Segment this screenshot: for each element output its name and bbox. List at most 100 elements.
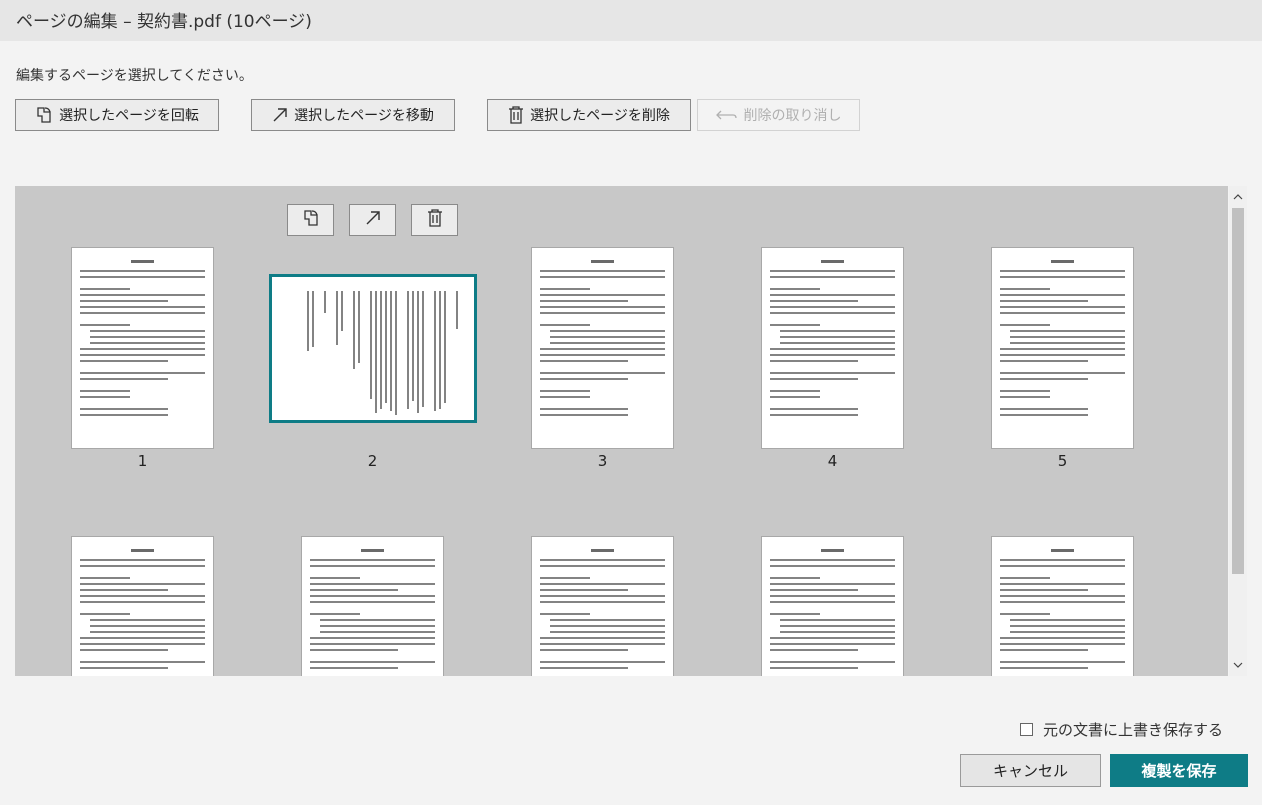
rotate-icon <box>35 106 53 124</box>
delete-selected-button[interactable]: 選択したページを削除 <box>487 99 691 131</box>
text-line <box>358 291 360 363</box>
overwrite-checkbox[interactable] <box>1020 723 1033 736</box>
rotate-selected-label: 選択したページを回転 <box>59 108 199 124</box>
text-line <box>770 348 895 350</box>
page-thumbnail-6[interactable] <box>71 536 214 676</box>
text-line <box>770 288 820 290</box>
text-line <box>770 276 895 278</box>
text-line <box>540 312 665 314</box>
scroll-down-icon[interactable] <box>1229 656 1247 674</box>
undo-delete-label: 削除の取り消し <box>743 108 842 124</box>
text-line <box>310 589 398 591</box>
text-line <box>310 649 398 651</box>
text-line <box>1010 631 1125 633</box>
text-line <box>80 270 205 272</box>
page-delete-button[interactable] <box>411 204 458 236</box>
text-line <box>412 291 414 401</box>
text-line <box>1000 354 1125 356</box>
text-line <box>80 360 168 362</box>
text-line <box>1000 414 1088 416</box>
rotate-selected-button[interactable]: 選択したページを回転 <box>15 99 219 131</box>
text-line <box>312 291 314 347</box>
text-line <box>380 291 382 409</box>
text-line <box>320 625 435 627</box>
save-copy-button[interactable]: 複製を保存 <box>1110 754 1248 787</box>
undo-icon <box>715 108 738 122</box>
text-line <box>770 372 895 374</box>
text-line <box>80 595 205 597</box>
text-line <box>1000 559 1125 561</box>
page-number: 3 <box>597 452 608 470</box>
text-line <box>540 324 590 326</box>
text-line <box>1000 637 1125 639</box>
text-line <box>336 291 338 345</box>
text-line <box>540 577 590 579</box>
text-line <box>131 549 154 552</box>
text-line <box>770 583 895 585</box>
text-line <box>80 348 205 350</box>
page-thumbnail-5[interactable] <box>991 247 1134 449</box>
text-line <box>780 342 895 344</box>
scrollbar-thumb[interactable] <box>1232 208 1244 574</box>
text-line <box>375 291 377 413</box>
text-line <box>90 336 205 338</box>
text-line <box>80 637 205 639</box>
move-arrow-icon <box>365 210 381 230</box>
scroll-up-icon[interactable] <box>1229 188 1247 206</box>
text-line <box>770 673 895 676</box>
text-line <box>770 559 895 561</box>
page-thumbnail-2[interactable] <box>269 274 477 423</box>
text-line <box>1051 549 1074 552</box>
text-line <box>770 396 820 398</box>
page-move-button[interactable] <box>349 204 396 236</box>
text-line <box>90 342 205 344</box>
instruction-text: 編集するページを選択してください。 <box>16 68 253 84</box>
page-thumbnail-10[interactable] <box>991 536 1134 676</box>
page-rotate-button[interactable] <box>287 204 334 236</box>
text-line <box>540 649 628 651</box>
text-line <box>80 583 205 585</box>
text-line <box>770 270 895 272</box>
vertical-scrollbar[interactable] <box>1229 186 1247 676</box>
text-line <box>770 408 858 410</box>
text-line <box>310 595 435 597</box>
page-thumbnail-1[interactable] <box>71 247 214 449</box>
text-line <box>310 601 435 603</box>
page-thumbnail-4[interactable] <box>761 247 904 449</box>
text-line <box>550 625 665 627</box>
page-thumbnail-3[interactable] <box>531 247 674 449</box>
text-line <box>1010 330 1125 332</box>
text-line <box>361 549 384 552</box>
text-line <box>1000 324 1050 326</box>
text-line <box>770 613 820 615</box>
text-line <box>80 372 205 374</box>
undo-delete-button[interactable]: 削除の取り消し <box>697 99 860 131</box>
page-thumbnail-7[interactable] <box>301 536 444 676</box>
move-selected-button[interactable]: 選択したページを移動 <box>251 99 455 131</box>
text-line <box>540 414 628 416</box>
page-thumbnail-8[interactable] <box>531 536 674 676</box>
overwrite-option[interactable]: 元の文書に上書き保存する <box>1020 719 1223 740</box>
text-line <box>770 300 858 302</box>
text-line <box>1000 667 1088 669</box>
text-line <box>80 276 205 278</box>
text-line <box>540 288 590 290</box>
rotate-icon <box>302 209 320 231</box>
text-line <box>1000 270 1125 272</box>
text-line <box>770 360 858 362</box>
text-line <box>1000 312 1125 314</box>
text-line <box>310 673 435 676</box>
text-line <box>90 631 205 633</box>
cancel-button[interactable]: キャンセル <box>960 754 1101 787</box>
page-thumbnail-area[interactable]: 1 2 3 4 5 <box>15 186 1228 676</box>
text-line <box>540 565 665 567</box>
page-thumbnail-9[interactable] <box>761 536 904 676</box>
text-line <box>341 291 343 331</box>
overwrite-label: 元の文書に上書き保存する <box>1043 721 1224 739</box>
text-line <box>540 661 665 663</box>
text-line <box>80 306 205 308</box>
text-line <box>370 291 372 399</box>
trash-icon <box>508 106 524 124</box>
move-selected-label: 選択したページを移動 <box>294 108 434 124</box>
text-line <box>770 589 858 591</box>
